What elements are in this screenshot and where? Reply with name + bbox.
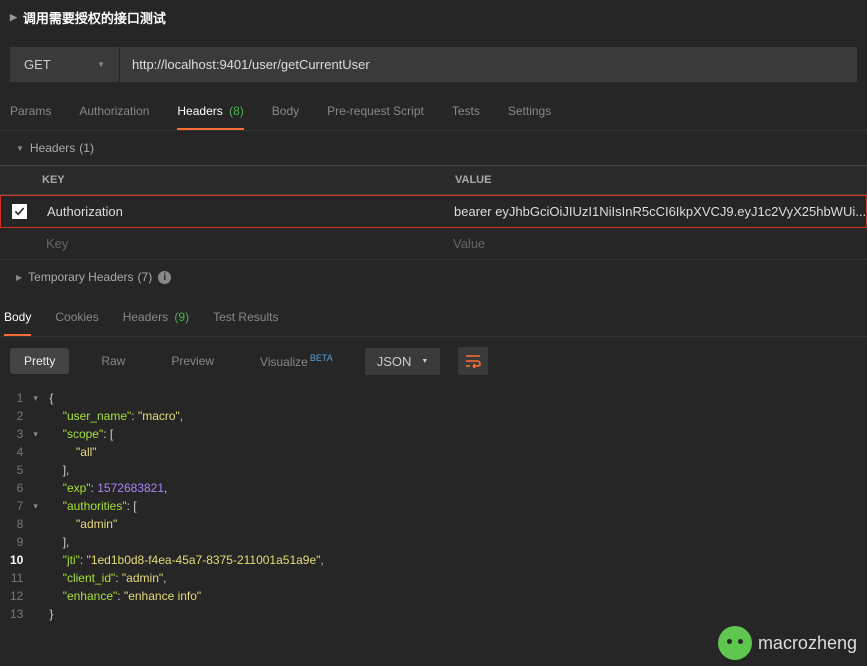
page-title: 调用需要授权的接口测试 <box>23 8 166 27</box>
collapse-icon: ▶ <box>16 273 22 282</box>
line-numbers: 12345678910111213 <box>0 389 33 623</box>
checkbox-checked-icon <box>12 204 27 219</box>
th-value: VALUE <box>443 166 867 194</box>
raw-button[interactable]: Raw <box>87 348 139 374</box>
response-tabs: Body Cookies Headers (9) Test Results <box>0 300 867 337</box>
page-title-bar[interactable]: ▶ 调用需要授权的接口测试 <box>0 0 867 35</box>
request-tabs: Params Authorization Headers (8) Body Pr… <box>0 94 867 131</box>
table-row-empty: Key Value <box>0 228 867 260</box>
code-content: { "user_name": "macro", "scope": [ "all"… <box>49 389 323 623</box>
rtab-body[interactable]: Body <box>4 300 31 336</box>
tab-body[interactable]: Body <box>272 94 299 130</box>
preview-button[interactable]: Preview <box>157 348 228 374</box>
headers-table: KEY VALUE Authorization bearer eyJhbGciO… <box>0 165 867 260</box>
beta-badge: BETA <box>310 353 333 363</box>
chevron-down-icon: ▼ <box>421 358 428 365</box>
table-header-row: KEY VALUE <box>0 165 867 195</box>
temp-headers-label: Temporary Headers <box>28 270 133 284</box>
response-toolbar: Pretty Raw Preview VisualizeBETA JSON ▼ <box>0 337 867 385</box>
temp-headers-subheader[interactable]: ▶ Temporary Headers (7) i <box>0 260 867 294</box>
tab-settings[interactable]: Settings <box>508 94 551 130</box>
watermark-text: macrozheng <box>758 633 857 654</box>
table-row: Authorization bearer eyJhbGciOiJIUzI1NiI… <box>0 195 867 228</box>
headers-count: (8) <box>229 104 244 118</box>
temp-headers-count: (7) <box>138 270 153 284</box>
headers-label: Headers <box>30 141 75 155</box>
visualize-button[interactable]: VisualizeBETA <box>246 347 347 375</box>
header-key-placeholder[interactable]: Key <box>36 228 443 259</box>
rtab-headers[interactable]: Headers (9) <box>123 300 189 336</box>
tab-authorization[interactable]: Authorization <box>79 94 149 130</box>
rtab-testresults[interactable]: Test Results <box>213 300 278 336</box>
headers-subheader[interactable]: ▼ Headers (1) <box>0 131 867 165</box>
wechat-icon <box>718 626 752 660</box>
checkbox-cell[interactable] <box>1 196 37 227</box>
collapse-icon: ▶ <box>10 12 17 23</box>
watermark: macrozheng <box>718 626 857 660</box>
tab-params[interactable]: Params <box>10 94 51 130</box>
wrap-icon <box>465 354 481 368</box>
fold-gutter <box>33 389 49 623</box>
method-label: GET <box>24 57 51 72</box>
tab-headers[interactable]: Headers (8) <box>177 94 243 130</box>
headers-count: (1) <box>79 141 94 155</box>
header-key-cell[interactable]: Authorization <box>37 196 444 227</box>
format-label: JSON <box>377 354 412 369</box>
info-icon[interactable]: i <box>158 271 171 284</box>
tab-prerequest[interactable]: Pre-request Script <box>327 94 424 130</box>
checkbox-cell <box>0 228 36 259</box>
header-value-cell[interactable]: bearer eyJhbGciOiJIUzI1NiIsInR5cCI6IkpXV… <box>444 196 866 227</box>
collapse-icon: ▼ <box>16 144 24 153</box>
resp-headers-count: (9) <box>174 310 189 324</box>
pretty-button[interactable]: Pretty <box>10 348 69 374</box>
rtab-cookies[interactable]: Cookies <box>55 300 98 336</box>
th-key: KEY <box>0 166 443 194</box>
method-select[interactable]: GET ▼ <box>10 47 120 82</box>
chevron-down-icon: ▼ <box>97 60 105 69</box>
tab-tests[interactable]: Tests <box>452 94 480 130</box>
request-bar: GET ▼ http://localhost:9401/user/getCurr… <box>10 47 857 82</box>
wrap-button[interactable] <box>458 347 488 375</box>
url-input[interactable]: http://localhost:9401/user/getCurrentUse… <box>120 47 857 82</box>
header-value-placeholder[interactable]: Value <box>443 228 867 259</box>
response-body[interactable]: 12345678910111213 { "user_name": "macro"… <box>0 385 867 623</box>
format-select[interactable]: JSON ▼ <box>365 348 441 375</box>
